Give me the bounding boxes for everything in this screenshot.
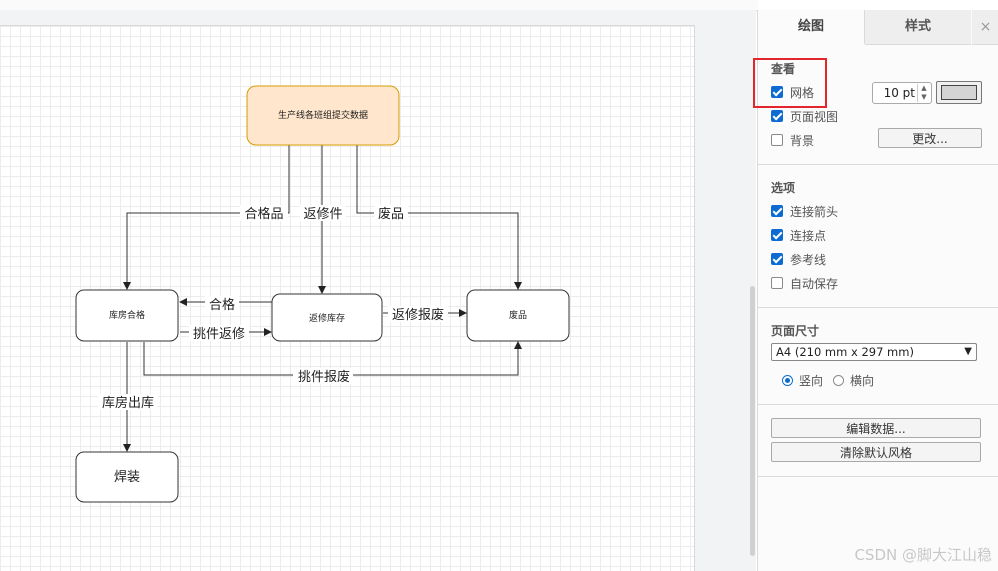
divider: [758, 476, 998, 477]
annotation-highlight-box: [753, 58, 827, 108]
portrait-radio[interactable]: [782, 374, 793, 386]
page-view-option[interactable]: 页面视图: [771, 107, 838, 125]
tab-style[interactable]: 样式: [865, 10, 971, 45]
background-option[interactable]: 背景: [771, 131, 814, 149]
background-label: 背景: [790, 133, 815, 148]
page-view-checkbox[interactable]: [771, 110, 783, 122]
edge-label-out: 库房出库: [102, 395, 154, 411]
node-source-label: 生产线各班组提交数据: [278, 109, 368, 121]
option-label: 连接点: [790, 228, 827, 243]
autosave-checkbox[interactable]: [771, 277, 783, 289]
page-size-value: A4 (210 mm x 297 mm): [776, 345, 914, 359]
section-title-page-size: 页面尺寸: [771, 324, 820, 338]
landscape-label: 横向: [850, 373, 875, 388]
option-connection-points[interactable]: 连接点: [771, 226, 826, 244]
page-view-label: 页面视图: [790, 109, 839, 124]
connect-arrows-checkbox[interactable]: [771, 205, 783, 217]
divider: [758, 164, 998, 165]
option-connect-arrows[interactable]: 连接箭头: [771, 202, 838, 220]
landscape-radio[interactable]: [833, 374, 845, 386]
close-icon[interactable]: ×: [972, 10, 998, 45]
clear-default-style-button[interactable]: 清除默认风格: [771, 442, 981, 462]
stepper-arrows-icon[interactable]: ▲ ▼: [917, 84, 930, 102]
page-size-select[interactable]: A4 (210 mm x 297 mm) ▼: [771, 343, 977, 361]
divider: [758, 404, 998, 405]
node-rework-label: 返修库存: [309, 312, 345, 324]
grid-size-value: 10 pt: [883, 86, 915, 100]
flow-diagram[interactable]: 生产线各班组提交数据 库房合格 返修库存 废品 焊装 合格品 返修件 废品 合格…: [0, 0, 756, 571]
grid-color-swatch: [941, 85, 977, 100]
edge-label-rework: 返修件: [303, 207, 342, 222]
grid-color-button[interactable]: [936, 81, 982, 104]
edge-label-qualified: 合格品: [244, 206, 283, 222]
option-label: 参考线: [790, 252, 827, 267]
panel-tabs: 绘图 样式 ×: [758, 10, 998, 45]
option-label: 连接箭头: [790, 204, 839, 219]
portrait-label: 竖向: [799, 373, 824, 388]
option-autosave[interactable]: 自动保存: [771, 274, 838, 292]
node-welding-label: 焊装: [114, 469, 140, 485]
edge-label-ok-back: 合格: [209, 297, 235, 313]
connection-points-checkbox[interactable]: [771, 229, 783, 241]
guides-checkbox[interactable]: [771, 253, 783, 265]
edge-label-rework-scrap: 返修报废: [392, 307, 444, 323]
background-checkbox[interactable]: [771, 134, 783, 146]
watermark: CSDN @脚大江山稳: [854, 546, 992, 564]
change-background-button[interactable]: 更改...: [878, 128, 982, 148]
chevron-down-icon: ▼: [964, 346, 972, 357]
edge-label-pick-scrap: 挑件报废: [298, 369, 350, 385]
option-guides[interactable]: 参考线: [771, 250, 826, 268]
section-title-options: 选项: [771, 181, 796, 195]
edit-data-button[interactable]: 编辑数据...: [771, 418, 981, 438]
edge-label-scrap: 废品: [378, 206, 404, 222]
node-warehouse-label: 库房合格: [109, 309, 145, 321]
orientation-options: 竖向 横向: [782, 371, 874, 389]
divider: [758, 307, 998, 308]
tab-draw[interactable]: 绘图: [758, 10, 865, 44]
grid-size-stepper[interactable]: 10 pt ▲ ▼: [872, 82, 932, 104]
edge-label-pick-rework: 挑件返修: [193, 327, 245, 342]
node-scrap-label: 废品: [509, 309, 527, 321]
option-label: 自动保存: [790, 276, 839, 291]
